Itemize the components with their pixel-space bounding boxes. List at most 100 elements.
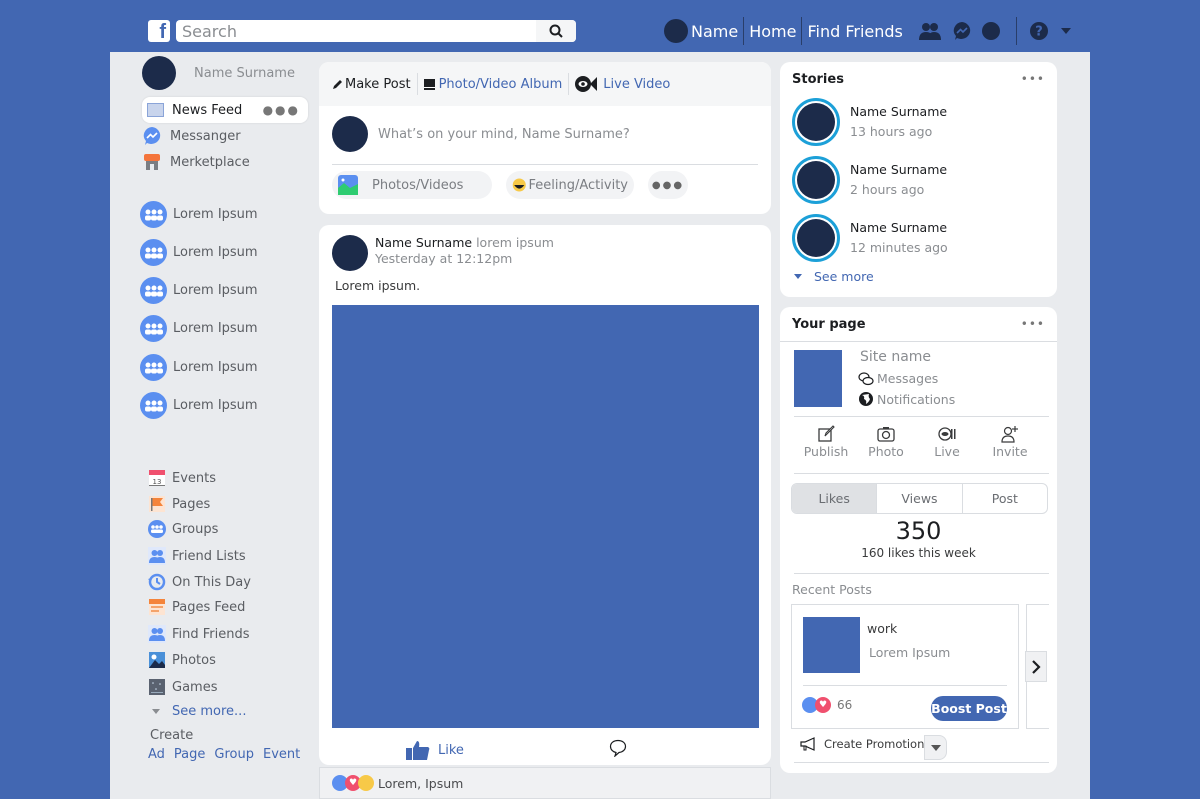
photos-icon xyxy=(149,652,165,668)
nav-divider xyxy=(743,17,745,45)
sidebar-item-find-friends[interactable]: Find Friends xyxy=(148,625,250,643)
notifications-link[interactable]: Notifications xyxy=(858,391,955,407)
divider xyxy=(780,341,1057,342)
status-input[interactable] xyxy=(378,126,758,142)
more-options-icon[interactable]: ●●● xyxy=(263,103,300,117)
more-options-icon[interactable]: ••• xyxy=(1021,317,1045,331)
recent-post-title: work xyxy=(867,621,898,636)
site-name[interactable]: Site name xyxy=(860,349,931,365)
next-post-button[interactable] xyxy=(1025,651,1047,682)
feeling-activity-button[interactable]: Feeling/Activity xyxy=(506,171,634,199)
recent-post-thumbnail xyxy=(803,617,860,673)
sidebar-group[interactable]: Lorem Ipsum xyxy=(140,201,258,228)
comment-icon xyxy=(609,739,627,758)
sidebar-item-events[interactable]: 13 Events xyxy=(148,469,216,487)
messages-link[interactable]: Messages xyxy=(858,371,938,386)
thumbs-up-icon xyxy=(406,741,430,760)
comment-button[interactable] xyxy=(609,739,627,761)
nav-profile-name[interactable]: Name xyxy=(690,22,739,41)
sidebar-item-messenger[interactable]: Messanger xyxy=(142,126,241,146)
see-more-link[interactable]: See more... xyxy=(152,704,246,719)
live-button[interactable]: Live xyxy=(917,424,977,459)
sidebar-item-marketplace[interactable]: Merketplace xyxy=(142,152,250,172)
friend-requests-button[interactable] xyxy=(918,21,942,41)
story-item[interactable]: Name Surname 12 minutes ago xyxy=(792,214,948,262)
post-reactions-summary[interactable]: ♥ Lorem, Ipsum xyxy=(319,767,771,799)
group-icon xyxy=(140,354,167,381)
facebook-logo-icon[interactable]: f xyxy=(148,20,170,43)
user-avatar[interactable] xyxy=(664,19,688,43)
story-item[interactable]: Name Surname 13 hours ago xyxy=(792,98,947,146)
create-heading: Create xyxy=(150,728,194,743)
story-item[interactable]: Name Surname 2 hours ago xyxy=(792,156,947,204)
sidebar-item-friend-lists[interactable]: Friend Lists xyxy=(148,547,246,565)
sidebar-group[interactable]: Lorem Ipsum xyxy=(140,277,258,304)
page-thumbnail[interactable] xyxy=(794,350,842,407)
notifications-button[interactable] xyxy=(981,22,1000,40)
your-page-title: Your page xyxy=(792,317,866,332)
action-label: Feeling/Activity xyxy=(528,177,628,193)
search-button[interactable] xyxy=(536,20,576,42)
recent-posts-heading: Recent Posts xyxy=(792,582,872,597)
sidebar-group[interactable]: Lorem Ipsum xyxy=(140,354,258,381)
more-options-icon[interactable]: ••• xyxy=(1021,72,1045,86)
haha-reaction-icon xyxy=(358,775,374,791)
recent-post-subtitle: Lorem Ipsum xyxy=(869,645,951,660)
divider xyxy=(794,573,1049,574)
tab-photo-video-album[interactable]: Photo/Video Album xyxy=(423,77,562,92)
invite-button[interactable]: Invite xyxy=(980,424,1040,459)
create-promotion-button[interactable]: Create Promotion xyxy=(800,737,924,751)
like-button[interactable]: Like xyxy=(406,740,464,760)
tab-label: Live Video xyxy=(603,76,671,92)
sidebar-item-on-this-day[interactable]: On This Day xyxy=(148,573,251,591)
action-label: Live xyxy=(934,444,960,459)
sidebar-group[interactable]: Lorem Ipsum xyxy=(140,239,258,266)
action-label: Publish xyxy=(803,444,849,459)
sidebar-item-label: Messanger xyxy=(170,128,241,144)
sidebar-item-groups[interactable]: Groups xyxy=(148,520,218,538)
messenger-button[interactable] xyxy=(952,21,972,41)
help-button[interactable]: ? xyxy=(1029,21,1049,41)
photo-button[interactable]: Photo xyxy=(856,424,916,459)
video-camera-icon xyxy=(575,76,598,92)
sidebar-group[interactable]: Lorem Ipsum xyxy=(140,315,258,342)
post-timestamp[interactable]: Yesterday at 12:12pm xyxy=(375,251,554,267)
tab-likes[interactable]: Likes xyxy=(792,484,878,513)
stories-see-more[interactable]: See more xyxy=(794,269,874,284)
sidebar-group[interactable]: Lorem Ipsum xyxy=(140,392,258,419)
avatar[interactable] xyxy=(332,235,368,271)
post-image[interactable] xyxy=(332,305,759,728)
nav-find-friends[interactable]: Find Friends xyxy=(806,22,903,41)
sidebar-item-pages-feed[interactable]: Pages Feed xyxy=(148,598,245,616)
post-author[interactable]: Name Surname xyxy=(375,235,472,250)
recent-post-card[interactable]: work Lorem Ipsum ♥ 66 Boost Post xyxy=(791,604,1019,729)
reaction-count: 66 xyxy=(837,698,853,712)
tab-live-video[interactable]: Live Video xyxy=(575,75,670,93)
sidebar-item-photos[interactable]: Photos xyxy=(148,651,216,669)
publish-button[interactable]: Publish xyxy=(796,424,856,459)
news-feed-icon xyxy=(147,103,164,117)
create-event-link[interactable]: Event xyxy=(263,747,300,762)
promotion-dropdown[interactable] xyxy=(924,735,947,760)
divider xyxy=(794,473,1049,474)
sidebar-profile[interactable]: Name Surname xyxy=(142,56,295,90)
sidebar-item-games[interactable]: Games xyxy=(148,678,217,696)
sidebar-item-pages[interactable]: Pages xyxy=(148,495,210,513)
account-menu-button[interactable] xyxy=(1060,28,1071,34)
create-group-link[interactable]: Group xyxy=(214,747,254,762)
boost-post-button[interactable]: Boost Post xyxy=(931,696,1007,721)
story-time: 2 hours ago xyxy=(850,182,925,197)
groups-icon xyxy=(148,520,166,538)
create-ad-link[interactable]: Ad xyxy=(148,747,165,762)
photos-videos-button[interactable]: Photos/Videos xyxy=(332,171,492,199)
feed-post: Name Surname lorem ipsum Yesterday at 12:… xyxy=(319,225,771,765)
more-actions-button[interactable]: ●●● xyxy=(648,171,688,199)
tab-post[interactable]: Post xyxy=(963,484,1047,513)
tab-make-post[interactable]: Make Post xyxy=(332,77,411,92)
nav-home[interactable]: Home xyxy=(748,22,797,41)
create-page-link[interactable]: Page xyxy=(174,747,205,762)
search-input[interactable] xyxy=(176,20,536,42)
group-icon xyxy=(140,239,167,266)
sidebar-item-news-feed[interactable]: News Feed ●●● xyxy=(142,97,308,123)
tab-views[interactable]: Views xyxy=(877,484,963,513)
